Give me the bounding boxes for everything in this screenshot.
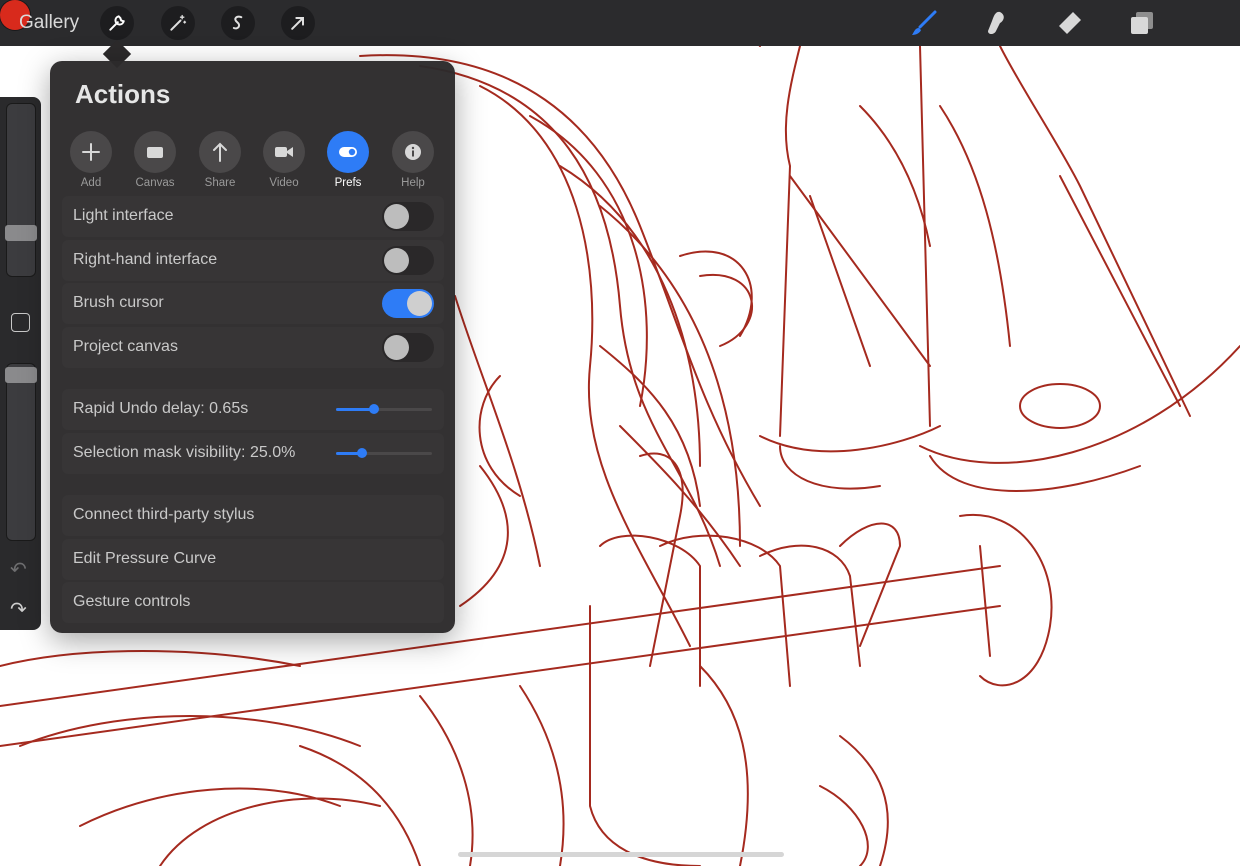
- tab-label: Video: [269, 177, 299, 189]
- info-icon: [405, 144, 421, 160]
- pref-label: Rapid Undo delay: 0.65s: [73, 400, 249, 417]
- toggle-icon: [339, 147, 357, 157]
- modify-button[interactable]: [11, 313, 30, 332]
- brush-opacity-slider[interactable]: [6, 363, 36, 541]
- tab-label: Help: [401, 177, 425, 189]
- slider-thumb[interactable]: [369, 404, 380, 414]
- eraser-button[interactable]: [1053, 7, 1085, 39]
- pref-label: Project canvas: [73, 338, 178, 355]
- tab-label: Canvas: [135, 177, 175, 189]
- pref-label: Light interface: [73, 207, 174, 224]
- pref-brush-cursor[interactable]: Brush cursor: [62, 283, 444, 324]
- tab-share[interactable]: Share: [190, 131, 250, 189]
- selection-icon: [232, 15, 243, 30]
- layers-icon: [1131, 12, 1153, 34]
- pref-light-interface[interactable]: Light interface: [62, 196, 444, 237]
- actions-panel: Actions Add Canvas Share Video Prefs Hel…: [50, 61, 455, 633]
- tab-add[interactable]: Add: [61, 131, 121, 189]
- transform-arrow-icon: [291, 17, 304, 30]
- pref-project-canvas[interactable]: Project canvas: [62, 327, 444, 368]
- brush-icon: [912, 10, 937, 35]
- tab-label: Add: [80, 177, 102, 189]
- light-interface-toggle[interactable]: [382, 202, 434, 231]
- gesture-controls-link[interactable]: Gesture controls: [62, 582, 444, 623]
- pref-label: Right-hand interface: [73, 251, 218, 268]
- pref-right-hand-interface[interactable]: Right-hand interface: [62, 240, 444, 281]
- smudge-icon: [988, 11, 1004, 35]
- rapid-undo-slider[interactable]: [336, 404, 432, 414]
- pref-rapid-undo-delay: Rapid Undo delay: 0.65s: [62, 389, 444, 430]
- brush-size-slider[interactable]: [6, 103, 36, 277]
- smudge-button[interactable]: [980, 7, 1012, 39]
- gallery-button[interactable]: Gallery: [19, 12, 79, 34]
- tab-label: Prefs: [334, 177, 362, 189]
- tab-prefs[interactable]: Prefs: [318, 131, 378, 189]
- selection-button[interactable]: [221, 6, 255, 40]
- brush-button[interactable]: [908, 7, 940, 39]
- eraser-icon: [1059, 12, 1081, 34]
- edit-pressure-curve-link[interactable]: Edit Pressure Curve: [62, 539, 444, 580]
- tab-canvas[interactable]: Canvas: [125, 131, 185, 189]
- tab-label: Share: [204, 177, 236, 189]
- wrench-icon: [109, 15, 125, 31]
- brush-opacity-thumb[interactable]: [5, 367, 37, 383]
- brush-size-thumb[interactable]: [5, 225, 37, 241]
- adjustments-button[interactable]: [161, 6, 195, 40]
- pref-label: Connect third-party stylus: [73, 506, 255, 523]
- tab-video[interactable]: Video: [254, 131, 314, 189]
- magic-wand-icon: [170, 14, 187, 31]
- video-camera-icon: [275, 147, 293, 157]
- tab-help[interactable]: Help: [383, 131, 443, 189]
- pref-label: Edit Pressure Curve: [73, 550, 217, 567]
- share-arrow-icon: [213, 142, 227, 162]
- pref-label: Gesture controls: [73, 593, 191, 610]
- undo-icon[interactable]: ↶: [10, 557, 27, 582]
- brush-cursor-toggle[interactable]: [382, 289, 434, 318]
- home-indicator[interactable]: [458, 852, 784, 857]
- canvas-icon: [147, 147, 163, 158]
- pref-label: Selection mask visibility: 25.0%: [73, 444, 296, 461]
- left-sidebar: ↶ ↷: [0, 97, 41, 630]
- pref-label: Brush cursor: [73, 294, 164, 311]
- top-toolbar: Gallery: [0, 0, 1240, 46]
- connect-stylus-link[interactable]: Connect third-party stylus: [62, 495, 444, 536]
- layers-button[interactable]: [1126, 7, 1158, 39]
- actions-button[interactable]: [100, 6, 134, 40]
- slider-thumb[interactable]: [356, 448, 367, 458]
- panel-title: Actions: [75, 79, 171, 109]
- project-canvas-toggle[interactable]: [382, 333, 434, 362]
- selection-mask-slider[interactable]: [336, 448, 432, 458]
- redo-icon[interactable]: ↷: [10, 597, 27, 622]
- pref-selection-mask-visibility: Selection mask visibility: 25.0%: [62, 433, 444, 474]
- transform-button[interactable]: [281, 6, 315, 40]
- right-hand-interface-toggle[interactable]: [382, 246, 434, 275]
- plus-icon: [82, 143, 100, 161]
